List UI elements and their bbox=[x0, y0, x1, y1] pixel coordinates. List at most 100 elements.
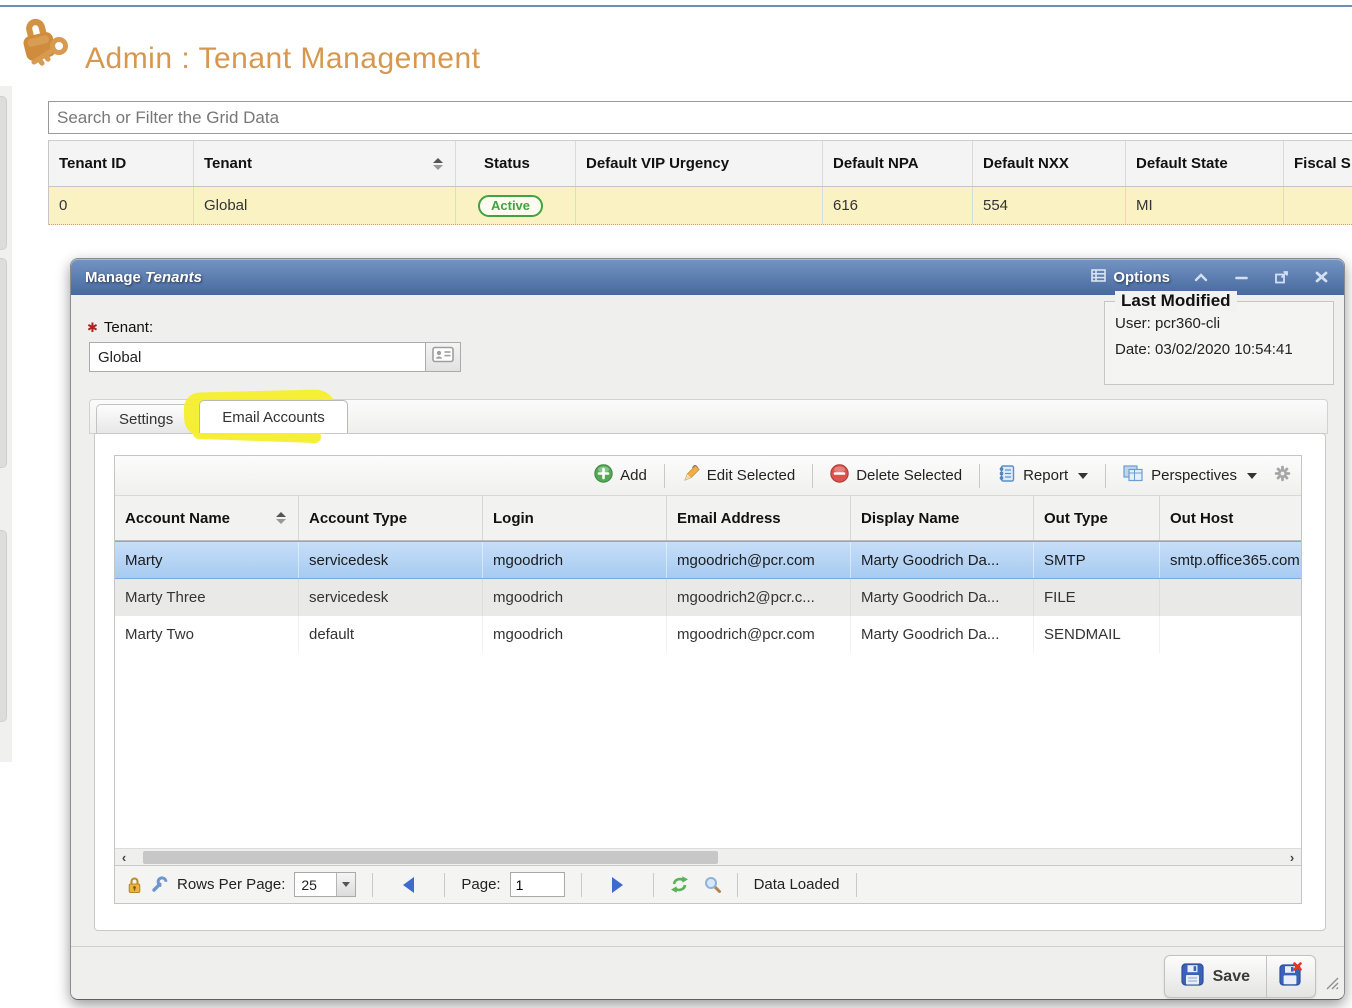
page-label: Page: bbox=[461, 876, 500, 893]
last-modified-user: User: pcr360-cli bbox=[1115, 315, 1323, 332]
horizontal-scrollbar[interactable]: ‹ › bbox=[115, 848, 1301, 865]
chevron-down-icon bbox=[336, 873, 355, 896]
previous-page-icon[interactable] bbox=[403, 877, 414, 893]
refresh-icon[interactable] bbox=[670, 875, 689, 894]
tab-settings[interactable]: Settings bbox=[96, 404, 196, 433]
page-title: Admin : Tenant Management bbox=[85, 42, 481, 76]
save-and-close-button[interactable] bbox=[1267, 956, 1315, 997]
report-button[interactable]: Report bbox=[993, 461, 1092, 490]
lock-columns-icon[interactable] bbox=[127, 876, 142, 894]
column-header-account-type[interactable]: Account Type bbox=[299, 496, 483, 540]
last-modified-title: Last Modified bbox=[1115, 291, 1237, 311]
cell-tenant-id: 0 bbox=[49, 187, 194, 224]
perspectives-button[interactable]: Perspectives bbox=[1119, 462, 1261, 489]
scrollbar-track[interactable] bbox=[133, 850, 1283, 865]
add-button[interactable]: Add bbox=[590, 461, 651, 490]
minimize-icon[interactable] bbox=[1232, 269, 1250, 285]
email-accounts-grid: Add Edit Selected bbox=[114, 455, 1302, 904]
tenant-lookup-button[interactable] bbox=[425, 342, 461, 372]
chevron-down-icon bbox=[1078, 473, 1088, 479]
add-icon bbox=[594, 464, 613, 487]
pager-separator bbox=[737, 873, 738, 897]
column-header-login[interactable]: Login bbox=[483, 496, 667, 540]
tenant-row-global[interactable]: 0 Global Active 616 554 MI bbox=[49, 187, 1352, 225]
cell-email-address: mgoodrich@pcr.com bbox=[667, 542, 851, 578]
column-header-out-type[interactable]: Out Type bbox=[1034, 496, 1160, 540]
cell-fiscal bbox=[1284, 187, 1352, 224]
column-header-out-host[interactable]: Out Host bbox=[1160, 496, 1301, 540]
toolbar-separator bbox=[812, 464, 813, 488]
tab-email-accounts[interactable]: Email Accounts bbox=[199, 400, 348, 433]
email-grid-header: Account Name Account Type Login Email Ad… bbox=[115, 496, 1301, 541]
cell-account-name: Marty Two bbox=[115, 616, 299, 653]
grid-empty-area bbox=[115, 653, 1301, 848]
tenant-input[interactable] bbox=[89, 342, 425, 372]
dialog-title: Manage Tenants bbox=[85, 269, 202, 286]
pager-separator bbox=[372, 873, 373, 897]
options-button[interactable]: Options bbox=[1091, 269, 1170, 286]
email-account-row[interactable]: Marty servicedesk mgoodrich mgoodrich@pc… bbox=[115, 541, 1301, 579]
search-grid-icon[interactable] bbox=[704, 876, 721, 893]
resize-handle-icon[interactable] bbox=[1325, 976, 1340, 996]
email-account-row[interactable]: Marty Two default mgoodrich mgoodrich@pc… bbox=[115, 616, 1301, 653]
column-header-status[interactable]: Status bbox=[456, 141, 576, 186]
admin-lock-key-icon bbox=[12, 12, 76, 74]
cell-default-vip-urgency bbox=[576, 187, 823, 224]
edit-selected-button[interactable]: Edit Selected bbox=[678, 462, 799, 490]
column-header-tenant[interactable]: Tenant bbox=[194, 141, 456, 186]
column-header-email-address[interactable]: Email Address bbox=[667, 496, 851, 540]
required-icon: ✱ bbox=[87, 320, 98, 336]
pager-separator bbox=[444, 873, 445, 897]
grid-settings-button[interactable] bbox=[1270, 462, 1291, 489]
scroll-right-icon[interactable]: › bbox=[1283, 850, 1301, 865]
status-badge: Active bbox=[478, 195, 543, 217]
save-button[interactable]: Save bbox=[1165, 956, 1266, 997]
collapsed-panel-edge bbox=[0, 258, 7, 468]
column-header-default-state[interactable]: Default State bbox=[1126, 141, 1284, 186]
contact-card-icon bbox=[432, 346, 454, 368]
column-header-default-vip-urgency[interactable]: Default VIP Urgency bbox=[576, 141, 823, 186]
cell-out-type: SMTP bbox=[1034, 542, 1160, 578]
gear-icon bbox=[1274, 465, 1291, 486]
grid-status-text: Data Loaded bbox=[754, 876, 840, 893]
sort-icon[interactable] bbox=[276, 512, 286, 524]
grid-tools-wrench-icon[interactable] bbox=[151, 876, 168, 893]
last-modified-date: Date: 03/02/2020 10:54:41 bbox=[1115, 341, 1323, 358]
page-number-input[interactable] bbox=[510, 872, 565, 897]
cell-status: Active bbox=[456, 187, 576, 224]
cell-account-type: servicedesk bbox=[299, 542, 483, 578]
cell-login: mgoodrich bbox=[483, 579, 667, 616]
close-icon[interactable] bbox=[1312, 269, 1330, 285]
pager-separator bbox=[581, 873, 582, 897]
delete-selected-button[interactable]: Delete Selected bbox=[826, 461, 966, 490]
cell-default-npa: 616 bbox=[823, 187, 973, 224]
email-account-row[interactable]: Marty Three servicedesk mgoodrich mgoodr… bbox=[115, 579, 1301, 616]
pencil-icon bbox=[682, 465, 700, 487]
tenant-grid: Tenant ID Tenant Status Default VIP Urge… bbox=[48, 140, 1352, 225]
cell-out-type: FILE bbox=[1034, 579, 1160, 616]
tabstrip: Settings Email Accounts bbox=[89, 399, 1328, 434]
cell-display-name: Marty Goodrich Da... bbox=[851, 542, 1034, 578]
toolbar-separator bbox=[664, 464, 665, 488]
scrollbar-thumb[interactable] bbox=[143, 851, 718, 864]
column-header-tenant-id[interactable]: Tenant ID bbox=[49, 141, 194, 186]
scroll-left-icon[interactable]: ‹ bbox=[115, 850, 133, 865]
dialog-titlebar[interactable]: Manage Tenants Options bbox=[71, 259, 1344, 295]
collapse-icon[interactable] bbox=[1192, 269, 1210, 285]
dialog-body: ✱ Tenant: Last Modified Us bbox=[71, 295, 1344, 999]
column-header-account-name[interactable]: Account Name bbox=[115, 496, 299, 540]
delete-icon bbox=[830, 464, 849, 487]
column-header-default-nxx[interactable]: Default NXX bbox=[973, 141, 1126, 186]
column-header-display-name[interactable]: Display Name bbox=[851, 496, 1034, 540]
last-modified-panel: Last Modified User: pcr360-cli Date: 03/… bbox=[1104, 301, 1334, 385]
cell-account-name: Marty bbox=[115, 542, 299, 578]
rows-per-page-label: Rows Per Page: bbox=[177, 876, 285, 893]
column-header-default-npa[interactable]: Default NPA bbox=[823, 141, 973, 186]
column-header-fiscal[interactable]: Fiscal S bbox=[1284, 141, 1352, 186]
cell-display-name: Marty Goodrich Da... bbox=[851, 579, 1034, 616]
search-input[interactable] bbox=[48, 101, 1352, 134]
rows-per-page-select[interactable]: 25 bbox=[294, 872, 356, 897]
popout-icon[interactable] bbox=[1272, 269, 1290, 285]
sort-icon[interactable] bbox=[433, 158, 443, 170]
next-page-icon[interactable] bbox=[612, 877, 623, 893]
